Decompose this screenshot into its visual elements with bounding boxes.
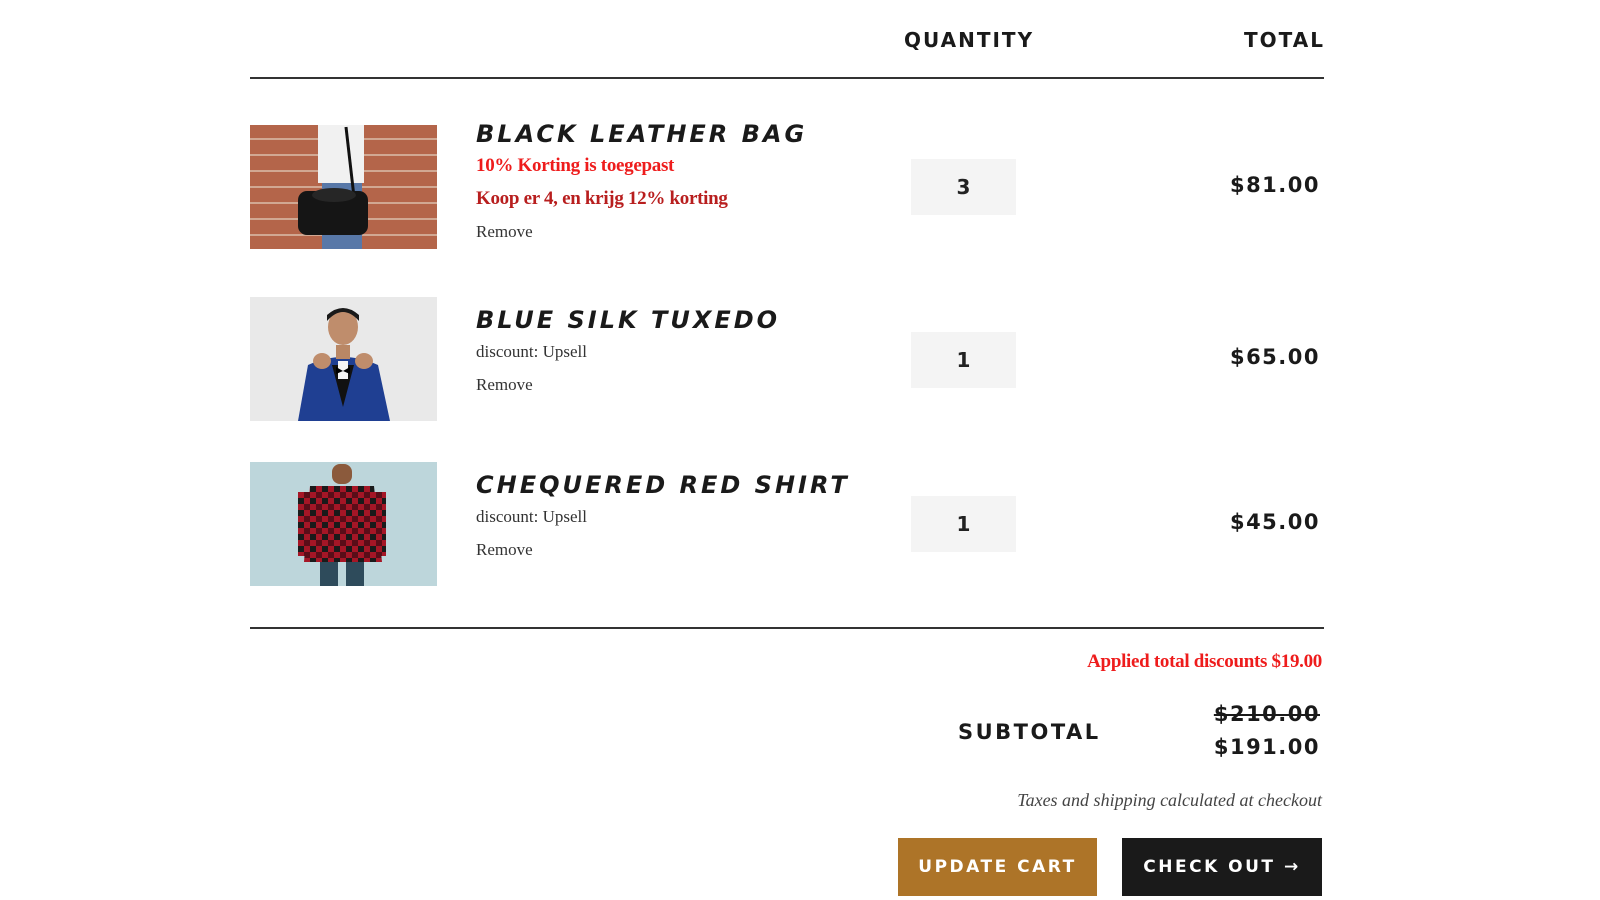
quantity-input[interactable] — [911, 496, 1016, 552]
taxes-shipping-note: Taxes and shipping calculated at checkou… — [1017, 790, 1322, 810]
discount-text: discount: Upsell — [476, 507, 587, 526]
applied-discounts-text: Applied total discounts $19.00 — [1087, 651, 1322, 672]
header-divider — [250, 77, 1324, 79]
remove-link[interactable]: Remove — [476, 533, 896, 566]
update-cart-button[interactable]: UPDATE CART — [898, 838, 1097, 896]
product-name[interactable]: CHEQUERED RED SHIRT — [476, 470, 896, 500]
remove-link[interactable]: Remove — [476, 215, 896, 248]
quantity-input[interactable] — [911, 159, 1016, 215]
product-name[interactable]: BLACK LEATHER BAG — [476, 119, 896, 149]
chequered-red-shirt-image[interactable] — [250, 462, 437, 586]
subtotal-label: SUBTOTAL — [958, 720, 1101, 744]
quantity-input[interactable] — [911, 332, 1016, 388]
blue-silk-tuxedo-image[interactable] — [250, 297, 437, 421]
line-total: $81.00 — [1229, 173, 1320, 197]
remove-link[interactable]: Remove — [476, 368, 896, 401]
line-total: $65.00 — [1229, 345, 1320, 369]
subtotal-discounted-price: $191.00 — [1213, 735, 1320, 759]
total-column-header: TOTAL — [1244, 28, 1325, 52]
summary-divider — [250, 627, 1324, 629]
subtotal-original-price: $210.00 — [1213, 702, 1320, 726]
quantity-column-header: QUANTITY — [904, 28, 1035, 52]
check-out-button[interactable]: CHECK OUT → — [1122, 838, 1322, 896]
discount-applied-text: 10% Korting is toegepast — [476, 155, 675, 176]
discount-text: discount: Upsell — [476, 342, 587, 361]
line-total: $45.00 — [1229, 510, 1320, 534]
discount-offer-text: Koop er 4, en krijg 12% korting — [476, 188, 728, 209]
product-name[interactable]: BLUE SILK TUXEDO — [476, 305, 896, 335]
black-leather-bag-image[interactable] — [250, 125, 437, 249]
